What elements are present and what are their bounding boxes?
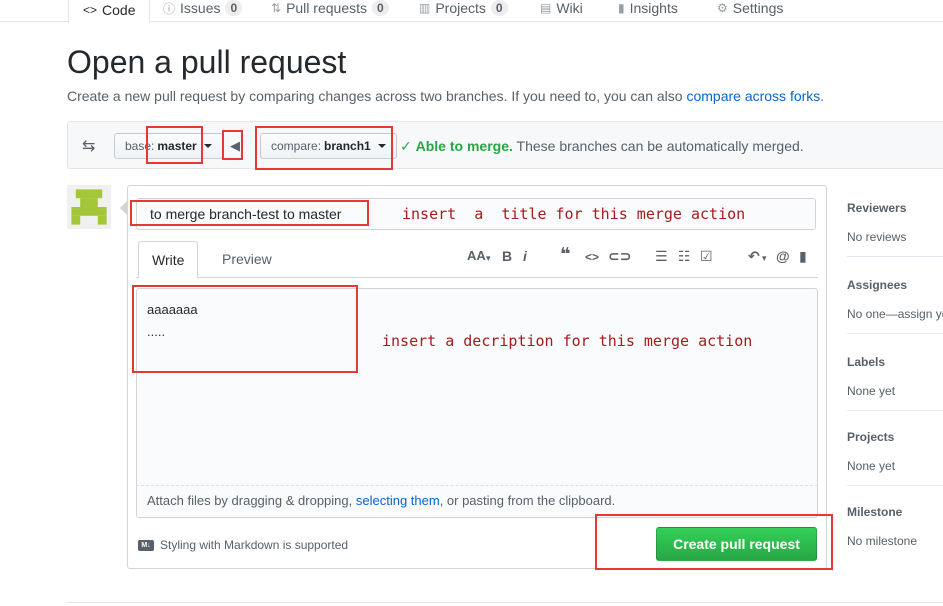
tab-pull-requests-label: Pull requests [286,0,367,16]
assignees-heading: Assignees [847,278,908,292]
markdown-note-text: Styling with Markdown is supported [160,538,349,552]
milestone-value: No milestone [847,534,918,548]
merge-status-ok: Able to merge. [415,138,513,154]
issues-counter: 0 [225,0,243,16]
tab-code-label: Code [102,2,136,18]
annotation-box-arrow [222,130,243,160]
project-icon: ▥ [419,1,431,15]
description-suffix: . [820,88,825,104]
link-icon[interactable]: ⊂⊃ [608,248,631,265]
caret-down-icon[interactable]: ▾ [762,253,767,264]
pull-requests-counter: 0 [372,0,389,16]
assignees-value: No one—assign yourself [847,307,943,321]
code-icon: <> [83,3,98,17]
tab-issues-label: Issues [180,0,221,16]
projects-value: None yet [847,459,896,473]
caret-down-icon[interactable]: ▾ [486,253,491,264]
graph-icon: ▮ [618,1,625,15]
selecting-them-link[interactable]: selecting them [356,493,440,508]
tab-wiki[interactable]: ▤ Wiki [540,0,583,22]
tab-write[interactable]: Write [138,241,199,279]
tab-issues[interactable]: ⓘ Issues 0 [163,0,243,22]
tab-settings[interactable]: ⚙ Settings [717,0,783,22]
annotation-body-hint: insert a decription for this merge actio… [382,332,753,350]
markdown-icon: M↓ [138,539,154,551]
sidebar-labels[interactable]: Labels None yet [847,339,943,411]
annotation-box-submit [595,514,833,570]
merge-status-text: These branches can be automatically merg… [516,138,804,154]
labels-value: None yet [847,384,896,398]
merge-status: ✓ Able to merge. These branches can be a… [400,138,804,155]
issue-icon: ⓘ [163,1,176,16]
tab-settings-label: Settings [732,0,784,16]
tab-code[interactable]: <> Code [68,0,151,23]
bold-icon[interactable]: B [502,248,512,264]
divider [67,602,943,603]
annotation-box-base [146,126,203,164]
tab-insights[interactable]: ▮ Insights [618,0,678,22]
italic-icon[interactable]: i [523,248,527,264]
tab-projects-label: Projects [435,0,486,16]
gear-icon: ⚙ [717,1,728,15]
unordered-list-icon[interactable]: ☰ [655,248,668,265]
tab-projects[interactable]: ▥ Projects 0 [419,0,508,22]
annotation-box-body [132,285,358,373]
header-text-icon[interactable]: AA [467,248,486,263]
quote-icon[interactable]: ❝ [560,244,571,265]
description-text: Create a new pull request by comparing c… [67,88,687,104]
reviewers-value: No reviews [847,230,907,244]
sidebar-assignees[interactable]: Assignees No one—assign yourself [847,262,943,334]
projects-heading: Projects [847,430,895,444]
sidebar-projects[interactable]: Projects None yet [847,414,943,486]
milestone-heading: Milestone [847,505,903,519]
page-description: Create a new pull request by comparing c… [67,88,824,104]
repo-nav: <> Code ⓘ Issues 0 ⇅ Pull requests 0 ▥ P… [0,0,943,23]
markdown-note[interactable]: M↓ Styling with Markdown is supported [138,538,348,552]
pull-request-icon: ⇅ [271,1,282,15]
reviewers-heading: Reviewers [847,201,907,215]
reply-icon[interactable]: ↶ [748,248,760,265]
projects-counter: 0 [490,0,508,16]
annotation-title-hint: insert a title for this merge action [402,205,746,223]
annotation-box-compare [255,126,393,170]
book-icon: ▤ [540,1,552,15]
tab-preview[interactable]: Preview [209,241,285,278]
annotation-box-title [130,200,369,226]
attach-suffix: , or pasting from the clipboard. [439,493,616,508]
avatar[interactable] [67,185,111,229]
identicon-icon [67,185,111,229]
tab-insights-label: Insights [629,0,678,16]
sidebar-milestone[interactable]: Milestone No milestone [847,489,943,561]
compare-across-forks-link[interactable]: compare across forks [686,88,820,104]
page-title: Open a pull request [67,44,347,80]
chevron-down-icon [203,144,212,148]
ordered-list-icon[interactable]: ☷ [678,248,691,265]
task-list-icon[interactable]: ☑ [700,248,713,265]
attach-prefix: Attach files by dragging & dropping, [147,493,356,508]
pull-request-form: to merge branch-test to master Write Pre… [120,185,827,569]
bookmark-icon[interactable]: ▮ [799,248,807,265]
tab-pull-requests[interactable]: ⇅ Pull requests 0 [271,0,389,22]
tab-wiki-label: Wiki [556,0,583,16]
check-icon: ✓ [400,138,412,154]
code-icon[interactable]: <> [585,250,599,264]
sidebar-reviewers[interactable]: Reviewers No reviews [847,185,943,257]
git-compare-icon: ⇆ [82,138,96,155]
mention-icon[interactable]: @ [776,248,790,264]
labels-heading: Labels [847,355,886,369]
